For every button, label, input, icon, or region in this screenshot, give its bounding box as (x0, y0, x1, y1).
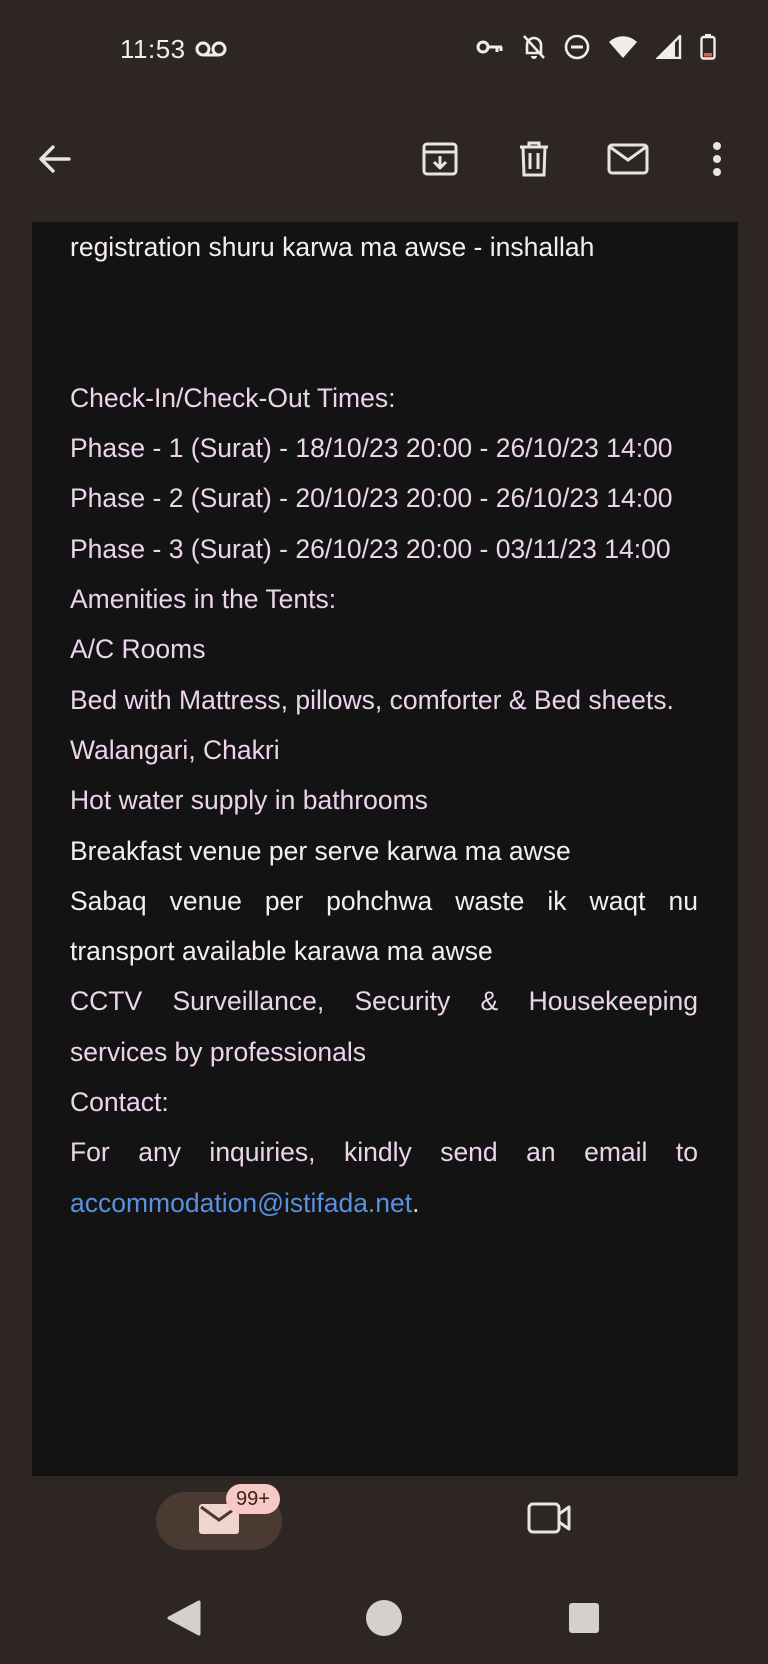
email-body: registration shuru karwa ma awse - insha… (70, 222, 698, 1228)
wifi-icon (608, 35, 638, 64)
email-contact-link[interactable]: accommodation@istifada.net (70, 1188, 412, 1218)
email-toolbar (0, 100, 768, 222)
email-amenity-ac: A/C Rooms (70, 634, 206, 665)
system-home-button[interactable] (362, 1576, 406, 1664)
triangle-back-icon (167, 1600, 201, 1641)
signal-icon (655, 33, 682, 64)
back-arrow-icon (37, 144, 71, 179)
email-amenity-walangari: Walangari, Chakri (70, 734, 280, 765)
square-recents-icon (569, 1602, 599, 1638)
vpn-key-icon (476, 38, 504, 61)
email-line-registration: registration shuru karwa ma awse - insha… (70, 232, 595, 262)
status-time: 11:53 (120, 34, 186, 64)
email-contact-heading: Contact: (70, 1087, 169, 1118)
notifications-off-icon (522, 34, 546, 65)
email-spacer (70, 272, 698, 373)
email-contact-paragraph: For any inquiries, kindly send an email … (70, 1127, 698, 1228)
email-cctv: CCTV Surveillance, Security & Housekeepi… (70, 986, 698, 1067)
system-recents-button[interactable] (566, 1576, 602, 1664)
email-amenities-heading: Amenities in the Tents: (70, 584, 337, 615)
archive-button[interactable] (412, 100, 468, 222)
email-checkin-heading: Check-In/Check-Out Times: (70, 382, 396, 413)
more-vert-icon (712, 141, 722, 181)
unread-badge: 99+ (226, 1484, 280, 1514)
back-button[interactable] (26, 100, 82, 222)
more-options-button[interactable] (694, 100, 740, 222)
status-bar: 11:53 (0, 0, 768, 100)
archive-icon (422, 141, 458, 182)
mark-unread-icon (607, 143, 649, 180)
status-icons (476, 33, 716, 65)
email-amenity-hotwater: Hot water supply in bathrooms (70, 785, 428, 816)
video-call-icon (527, 1502, 571, 1539)
voicemail-icon (195, 40, 227, 63)
system-navigation (0, 1576, 768, 1664)
do-not-disturb-icon (564, 34, 590, 65)
email-contact-text: For any inquiries, kindly send an email … (70, 1137, 698, 1168)
email-amenity-bed: Bed with Mattress, pillows, comforter & … (70, 684, 674, 715)
meet-tab[interactable] (522, 1490, 576, 1550)
delete-button[interactable] (506, 100, 562, 222)
email-phase-1: Phase - 1 (Surat) - 18/10/23 20:00 - 26/… (70, 433, 673, 464)
email-phase-2: Phase - 2 (Surat) - 20/10/23 20:00 - 26/… (70, 483, 673, 514)
system-back-button[interactable] (160, 1576, 208, 1664)
email-sabaq: Sabaq venue per pohchwa waste ik waqt nu… (70, 885, 698, 967)
email-contact-period: . (412, 1187, 420, 1218)
mark-unread-button[interactable] (598, 100, 658, 222)
email-breakfast: Breakfast venue per serve karwa ma awse (70, 835, 571, 866)
bottom-navigation: 99+ (0, 1476, 768, 1576)
home-circle-icon (365, 1599, 403, 1642)
email-phase-3: Phase - 3 (Surat) - 26/10/23 20:00 - 03/… (70, 533, 671, 564)
battery-icon (700, 34, 716, 65)
delete-icon (518, 141, 550, 182)
